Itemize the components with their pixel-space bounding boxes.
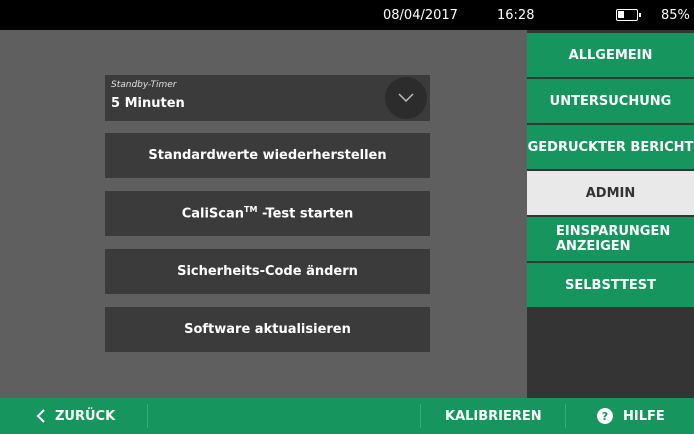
battery-percent: 85% (661, 8, 690, 23)
tab-einsparungen-anzeigen[interactable]: EINSPARUNGEN ANZEIGEN (527, 217, 694, 261)
tab-gedruckter-bericht[interactable]: GEDRUCKTER BERICHT (527, 125, 694, 169)
tab-einsparungen-anzeigen-label: EINSPARUNGEN ANZEIGEN (556, 224, 671, 254)
standby-timer-dropdown[interactable]: Standby-Timer 5 Minuten (105, 75, 430, 121)
tab-selbsttest-label: SELBSTTEST (565, 277, 656, 293)
help-label: HILFE (623, 408, 665, 424)
status-date: 08/04/2017 (383, 8, 458, 23)
chevron-left-icon (36, 409, 45, 423)
divider (147, 404, 148, 428)
caliscan-test-label: CaliScanTM -Test starten (181, 205, 354, 222)
standby-timer-label: Standby-Timer (111, 80, 177, 90)
caliscan-test-button[interactable]: CaliScanTM -Test starten (105, 191, 430, 236)
back-button[interactable]: ZURÜCK (36, 398, 115, 434)
tab-untersuchung[interactable]: UNTERSUCHUNG (527, 79, 694, 123)
tab-gedruckter-bericht-label: GEDRUCKTER BERICHT (527, 139, 694, 155)
tab-allgemein[interactable]: ALLGEMEIN (527, 33, 694, 77)
chevron-down-icon[interactable] (385, 77, 427, 119)
standby-timer-value: 5 Minuten (111, 96, 185, 111)
calibrate-label: KALIBRIEREN (445, 408, 542, 424)
divider (565, 404, 566, 428)
change-security-code-label: Sicherheits-Code ändern (177, 264, 358, 279)
tab-untersuchung-label: UNTERSUCHUNG (549, 93, 672, 109)
bottom-bar: ZURÜCK KALIBRIEREN ? HILFE (0, 398, 694, 434)
battery-icon (616, 9, 641, 21)
update-software-label: Software aktualisieren (184, 322, 351, 337)
tab-allgemein-label: ALLGEMEIN (568, 47, 653, 63)
status-bar: 08/04/2017 16:28 85% (0, 0, 694, 30)
tab-admin-label: ADMIN (585, 185, 636, 201)
help-button[interactable]: ? HILFE (597, 398, 665, 434)
restore-defaults-button[interactable]: Standardwerte wiederherstellen (105, 133, 430, 178)
back-label: ZURÜCK (55, 408, 116, 424)
calibrate-button[interactable]: KALIBRIEREN (445, 398, 542, 434)
change-security-code-button[interactable]: Sicherheits-Code ändern (105, 249, 430, 294)
tab-selbsttest[interactable]: SELBSTTEST (527, 263, 694, 307)
settings-nav: ALLGEMEIN UNTERSUCHUNG GEDRUCKTER BERICH… (527, 30, 694, 398)
help-icon: ? (597, 408, 613, 424)
tab-admin[interactable]: ADMIN (527, 171, 694, 215)
divider (420, 404, 421, 428)
settings-panel: Standby-Timer 5 Minuten Standardwerte wi… (0, 30, 527, 398)
restore-defaults-label: Standardwerte wiederherstellen (148, 148, 387, 163)
status-time: 16:28 (497, 8, 535, 23)
update-software-button[interactable]: Software aktualisieren (105, 307, 430, 352)
